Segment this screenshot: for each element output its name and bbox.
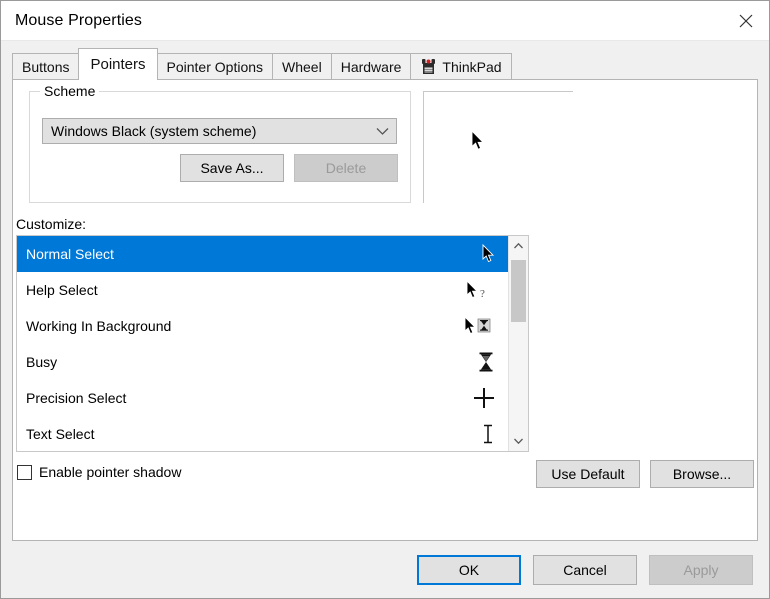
list-item-label: Working In Background (26, 318, 172, 334)
tab-hardware-label: Hardware (340, 58, 402, 75)
crosshair-cursor-glyph (474, 388, 494, 408)
pointer-list[interactable]: Normal Select Help Select ? Working In B… (16, 235, 529, 452)
ibeam-cursor-glyph (484, 424, 492, 444)
pointers-tab-panel: Scheme Windows Black (system scheme) Sav… (12, 79, 758, 541)
tab-hardware[interactable]: Hardware (330, 53, 412, 79)
tab-wheel-label: Wheel (282, 58, 322, 75)
use-default-button-label: Use Default (551, 466, 625, 482)
list-item-working-in-background[interactable]: Working In Background (17, 308, 508, 344)
tab-pointer-options[interactable]: Pointer Options (156, 53, 274, 79)
browse-button[interactable]: Browse... (650, 460, 754, 488)
pointer-action-buttons: Use Default Browse... (536, 460, 754, 488)
pointer-list-scrollbar[interactable] (508, 236, 528, 451)
thinkpad-icon (420, 58, 437, 75)
save-as-button[interactable]: Save As... (180, 154, 284, 182)
tab-thinkpad[interactable]: ThinkPad (410, 53, 512, 79)
arrow-hourglass-cursor-icon (456, 316, 500, 336)
hourglass-cursor-icon (456, 351, 500, 373)
enable-pointer-shadow-checkbox[interactable]: Enable pointer shadow (17, 464, 181, 480)
arrow-cursor-glyph (471, 129, 485, 150)
arrow-hourglass-cursor-glyph (464, 316, 491, 335)
apply-button-label: Apply (683, 561, 719, 578)
hourglass-cursor-glyph (479, 352, 493, 372)
tab-pointers-label: Pointers (90, 56, 146, 73)
apply-button[interactable]: Apply (649, 554, 753, 585)
arrow-question-cursor-icon: ? (456, 280, 500, 300)
use-default-button[interactable]: Use Default (536, 460, 640, 488)
tab-strip: Buttons Pointers Pointer Options Wheel H… (1, 47, 769, 80)
checkbox-box (17, 464, 32, 480)
scheme-combobox[interactable]: Windows Black (system scheme) (42, 118, 397, 144)
customize-label: Customize: (16, 216, 87, 232)
chevron-up-glyph (514, 242, 523, 249)
svg-text:?: ? (480, 288, 485, 300)
cancel-button[interactable]: Cancel (533, 554, 637, 585)
pointer-list-items: Normal Select Help Select ? Working In B… (17, 236, 508, 451)
tab-pointers[interactable]: Pointers (78, 48, 158, 80)
list-item-text-select[interactable]: Text Select (17, 416, 508, 451)
list-item-normal-select[interactable]: Normal Select (17, 236, 508, 272)
tab-buttons[interactable]: Buttons (12, 53, 80, 79)
scheme-group: Scheme Windows Black (system scheme) Sav… (29, 83, 411, 203)
title-bar: Mouse Properties (1, 1, 769, 41)
chevron-down-icon[interactable] (509, 431, 528, 451)
window-title: Mouse Properties (15, 11, 142, 29)
list-item-label: Precision Select (26, 390, 127, 406)
mouse-properties-window: Mouse Properties Buttons Pointers Pointe… (0, 0, 770, 599)
enable-pointer-shadow-label: Enable pointer shadow (39, 464, 182, 480)
list-item-busy[interactable]: Busy (17, 344, 508, 380)
tab-buttons-label: Buttons (22, 58, 70, 75)
arrow-question-cursor-glyph: ? (466, 280, 485, 300)
list-item-label: Busy (26, 354, 58, 370)
tab-wheel[interactable]: Wheel (272, 53, 332, 79)
list-item-label: Normal Select (26, 246, 114, 262)
list-item-help-select[interactable]: Help Select ? (17, 272, 508, 308)
arrow-cursor-icon (471, 129, 486, 155)
chevron-down-glyph (514, 438, 523, 445)
save-as-button-label: Save As... (200, 160, 264, 176)
crosshair-cursor-icon (456, 386, 500, 410)
scrollbar-thumb[interactable] (511, 260, 526, 322)
arrow-cursor-glyph (482, 244, 495, 263)
tab-pointer-options-label: Pointer Options (166, 58, 264, 75)
thinkpad-glyph (422, 59, 436, 74)
scheme-buttons: Save As... Delete (180, 154, 398, 182)
browse-button-label: Browse... (672, 466, 732, 482)
chevron-down-icon (375, 126, 390, 136)
pointer-preview (423, 91, 573, 203)
scrollbar-track[interactable] (509, 256, 528, 431)
chevron-up-icon[interactable] (509, 236, 528, 256)
list-item-label: Text Select (26, 426, 95, 442)
list-item-label: Help Select (26, 282, 98, 298)
scheme-combobox-value: Windows Black (system scheme) (51, 123, 257, 139)
close-icon[interactable] (723, 2, 769, 40)
dialog-button-bar: OK Cancel Apply (1, 541, 769, 598)
cancel-button-label: Cancel (563, 561, 607, 578)
close-glyph (739, 14, 753, 27)
arrow-cursor-icon (456, 244, 500, 264)
tab-thinkpad-label: ThinkPad (442, 58, 502, 75)
ok-button[interactable]: OK (417, 554, 521, 585)
ibeam-cursor-icon (456, 423, 500, 445)
list-item-precision-select[interactable]: Precision Select (17, 380, 508, 416)
chevron-down-glyph (376, 128, 389, 135)
scheme-group-label: Scheme (40, 83, 100, 99)
delete-button-label: Delete (325, 160, 367, 176)
ok-button-label: OK (458, 561, 480, 578)
delete-button[interactable]: Delete (294, 154, 398, 182)
